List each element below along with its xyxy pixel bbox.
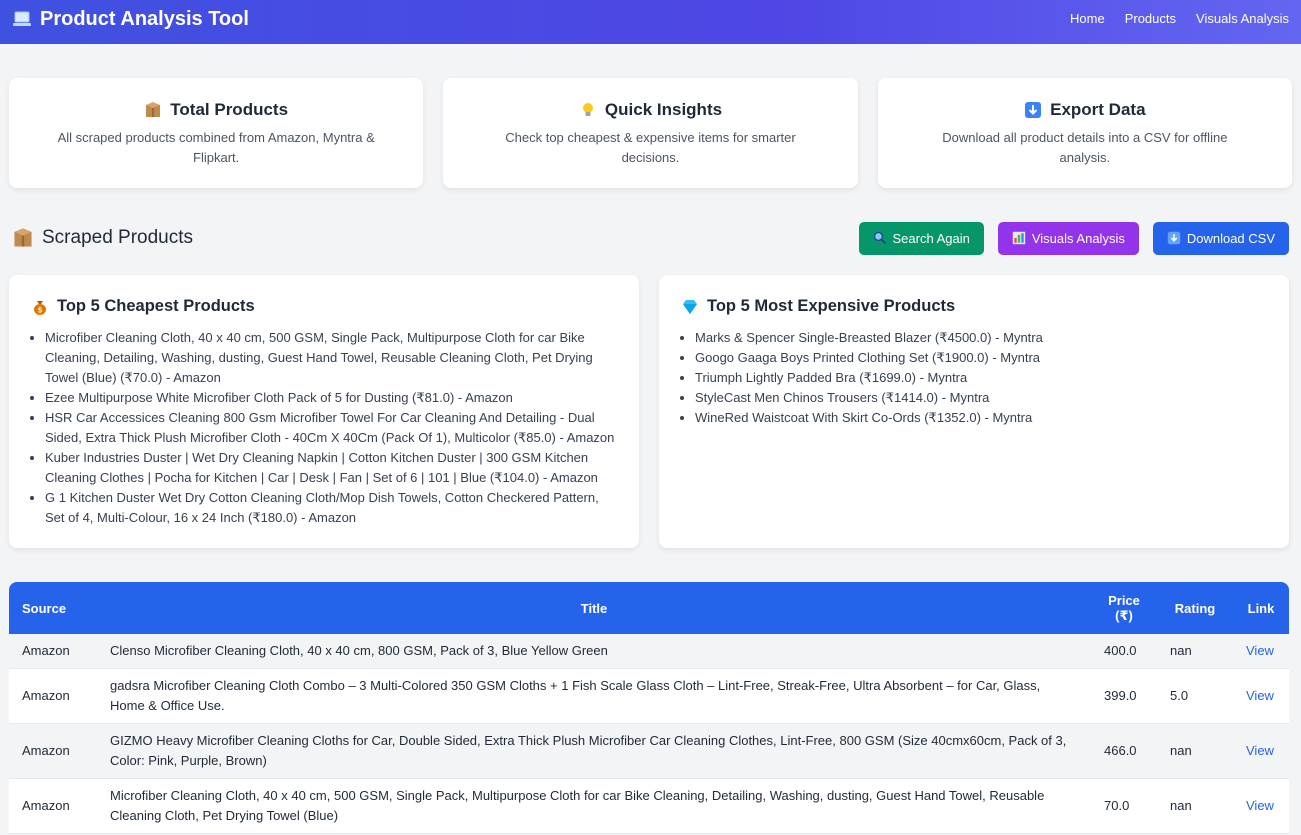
cell-source: Amazon: [22, 688, 70, 703]
gem-icon: [683, 299, 697, 314]
list-item: WineRed Waistcoat With Skirt Co-Ords (₹1…: [695, 408, 1269, 428]
app-title: Product Analysis Tool: [40, 7, 249, 30]
feature-heading: Total Products: [9, 100, 423, 120]
expensive-products-card: Top 5 Most Expensive Products Marks & Sp…: [659, 275, 1289, 548]
visuals-analysis-label: Visuals Analysis: [1031, 230, 1125, 246]
cell-source: Amazon: [22, 743, 70, 758]
feature-title: Quick Insights: [604, 100, 723, 119]
col-rating: Rating: [1174, 600, 1216, 616]
cheapest-title: Top 5 Cheapest Products: [57, 297, 255, 315]
col-source: Source: [22, 600, 67, 616]
cell-title: Clenso Microfiber Cleaning Cloth, 40 x 4…: [110, 643, 608, 658]
expensive-title: Top 5 Most Expensive Products: [707, 297, 956, 315]
col-price: Price (₹): [1108, 592, 1140, 623]
feature-cards: Total Products All scraped products comb…: [0, 44, 1301, 188]
table-row: Amazon Clenso Microfiber Cleaning Cloth,…: [9, 634, 1289, 669]
svg-text:$: $: [37, 305, 43, 314]
list-item: Microfiber Cleaning Cloth, 40 x 40 cm, 5…: [45, 328, 619, 388]
cell-rating: nan: [1170, 798, 1192, 813]
table-header-row: Source Title Price (₹) Rating Link: [9, 582, 1289, 634]
cell-price: 466.0: [1104, 743, 1137, 758]
view-link[interactable]: View: [1246, 643, 1274, 658]
feature-card-total-products: Total Products All scraped products comb…: [9, 78, 424, 188]
list-item: StyleCast Men Chinos Trousers (₹1414.0) …: [695, 388, 1269, 408]
cell-price: 70.0: [1104, 798, 1130, 813]
view-link[interactable]: View: [1246, 798, 1274, 813]
section-title-text: Scraped Products: [42, 227, 194, 248]
cell-link: View: [1233, 634, 1289, 669]
download-icon: [1025, 102, 1042, 118]
bar-chart-icon: [1012, 231, 1026, 245]
cheapest-heading: $ Top 5 Cheapest Products: [31, 297, 619, 316]
products-table-wrapper: Source Title Price (₹) Rating Link Amazo…: [9, 582, 1289, 834]
list-item: G 1 Kitchen Duster Wet Dry Cotton Cleani…: [45, 488, 619, 528]
feature-heading: Export Data: [878, 100, 1292, 120]
brand[interactable]: Product Analysis Tool: [12, 8, 249, 31]
cell-price: 400.0: [1104, 643, 1137, 658]
list-item: Marks & Spencer Single-Breasted Blazer (…: [695, 328, 1269, 348]
table-row: Amazon GIZMO Heavy Microfiber Cleaning C…: [9, 723, 1289, 779]
package-icon: [14, 228, 32, 247]
laptop-icon: [13, 11, 31, 26]
col-link: Link: [1247, 600, 1275, 616]
scraped-products-header: Scraped Products Search Again Visuals An…: [0, 188, 1301, 255]
view-link[interactable]: View: [1246, 688, 1274, 703]
nav-visuals-analysis[interactable]: Visuals Analysis: [1196, 11, 1289, 26]
cell-title: GIZMO Heavy Microfiber Cleaning Cloths f…: [110, 733, 1067, 768]
top-lists: $ Top 5 Cheapest Products Microfiber Cle…: [0, 255, 1301, 548]
products-table: Source Title Price (₹) Rating Link Amazo…: [9, 582, 1289, 834]
cell-title: gadsra Microfiber Cleaning Cloth Combo –…: [110, 678, 1041, 713]
list-item: Kuber Industries Duster | Wet Dry Cleani…: [45, 448, 619, 488]
expensive-heading: Top 5 Most Expensive Products: [681, 297, 1269, 316]
search-again-label: Search Again: [892, 230, 970, 246]
feature-heading: Quick Insights: [443, 100, 857, 120]
download-icon: [1167, 231, 1181, 245]
cell-link: View: [1233, 669, 1289, 724]
nav-home[interactable]: Home: [1070, 11, 1105, 26]
list-item: Triumph Lightly Padded Bra (₹1699.0) - M…: [695, 368, 1269, 388]
lightbulb-icon: [582, 103, 593, 116]
feature-description: All scraped products combined from Amazo…: [57, 130, 375, 165]
package-icon: [146, 102, 161, 117]
list-item: HSR Car Accessices Cleaning 800 Gsm Micr…: [45, 408, 619, 448]
cell-source: Amazon: [22, 643, 70, 658]
download-csv-label: Download CSV: [1186, 230, 1275, 246]
expensive-list: Marks & Spencer Single-Breasted Blazer (…: [681, 328, 1269, 428]
feature-description: Check top cheapest & expensive items for…: [505, 130, 796, 165]
download-csv-button[interactable]: Download CSV: [1152, 221, 1289, 255]
cell-link: View: [1233, 779, 1289, 834]
money-bag-icon: $: [34, 300, 46, 315]
feature-title: Export Data: [1050, 100, 1146, 119]
cell-rating: nan: [1170, 743, 1192, 758]
top-navbar: Product Analysis Tool Home Products Visu…: [0, 0, 1301, 44]
cell-rating: 5.0: [1170, 688, 1189, 703]
main-nav: Home Products Visuals Analysis: [1070, 11, 1289, 26]
cheapest-list: Microfiber Cleaning Cloth, 40 x 40 cm, 5…: [31, 328, 619, 528]
feature-card-export-data: Export Data Download all product details…: [877, 78, 1292, 188]
list-item: Ezee Multipurpose White Microfiber Cloth…: [45, 388, 619, 408]
feature-card-quick-insights: Quick Insights Check top cheapest & expe…: [443, 78, 858, 188]
cell-source: Amazon: [22, 798, 70, 813]
cell-title: Microfiber Cleaning Cloth, 40 x 40 cm, 5…: [110, 788, 1045, 823]
cell-rating: nan: [1170, 643, 1192, 658]
action-buttons: Search Again Visuals Analysis Download C…: [858, 221, 1289, 255]
view-link[interactable]: View: [1246, 743, 1274, 758]
nav-products[interactable]: Products: [1125, 11, 1176, 26]
list-item: Googo Gaaga Boys Printed Clothing Set (₹…: [695, 348, 1269, 368]
visuals-analysis-button[interactable]: Visuals Analysis: [997, 221, 1139, 255]
table-row: Amazon Microfiber Cleaning Cloth, 40 x 4…: [9, 778, 1289, 834]
search-icon: [873, 231, 886, 244]
col-title: Title: [580, 600, 608, 616]
cell-price: 399.0: [1104, 688, 1137, 703]
feature-title: Total Products: [170, 100, 289, 119]
table-row: Amazon gadsra Microfiber Cleaning Cloth …: [9, 668, 1289, 724]
search-again-button[interactable]: Search Again: [858, 221, 984, 255]
feature-description: Download all product details into a CSV …: [942, 130, 1228, 165]
cell-link: View: [1233, 724, 1289, 779]
cheapest-products-card: $ Top 5 Cheapest Products Microfiber Cle…: [9, 275, 639, 548]
section-title: Scraped Products: [12, 227, 193, 249]
